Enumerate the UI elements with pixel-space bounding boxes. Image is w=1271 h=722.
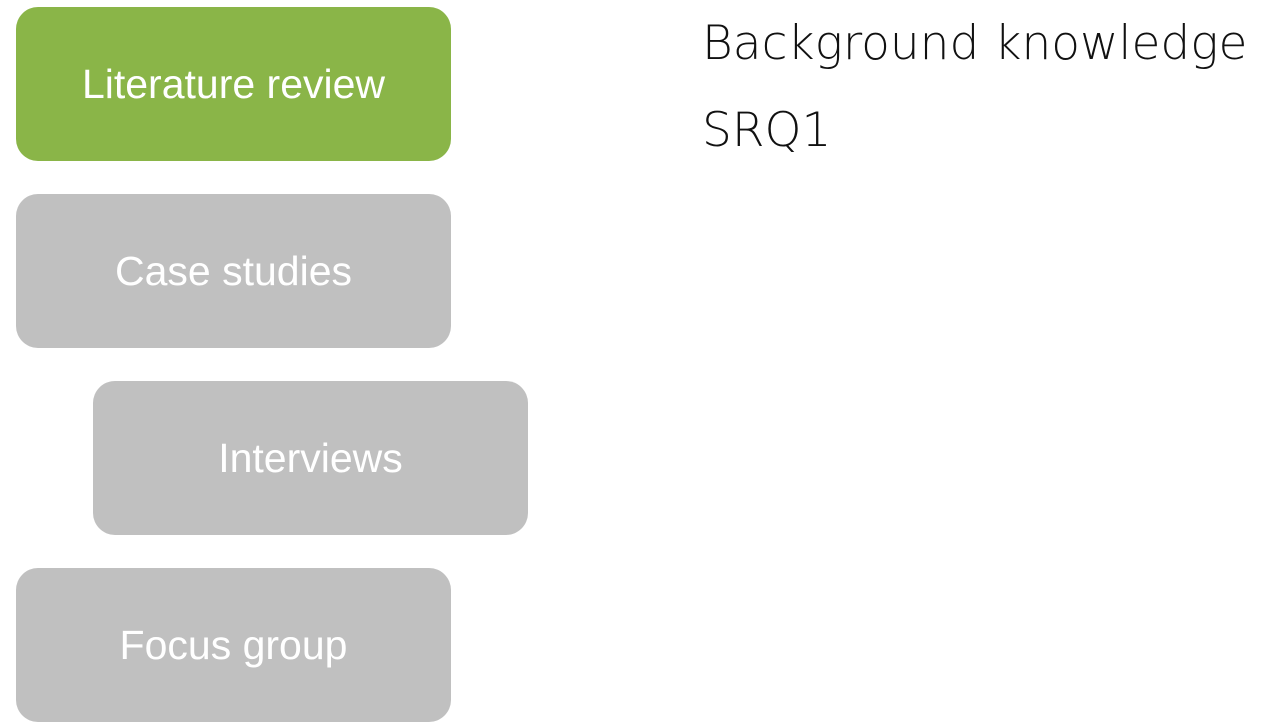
step-label: Interviews <box>218 434 403 481</box>
step-label: Case studies <box>114 247 352 294</box>
step-case-studies[interactable]: Case studies <box>16 194 451 348</box>
step-label: Literature review <box>81 60 386 107</box>
step-focus-group[interactable]: Focus group <box>16 568 451 722</box>
detail-background-knowledge: Background knowledge <box>702 16 1248 71</box>
detail-srq1: SRQ1 <box>702 103 832 158</box>
step-interviews[interactable]: Interviews <box>93 381 528 535</box>
step-literature-review[interactable]: Literature review <box>16 7 451 161</box>
step-label: Focus group <box>119 621 348 668</box>
